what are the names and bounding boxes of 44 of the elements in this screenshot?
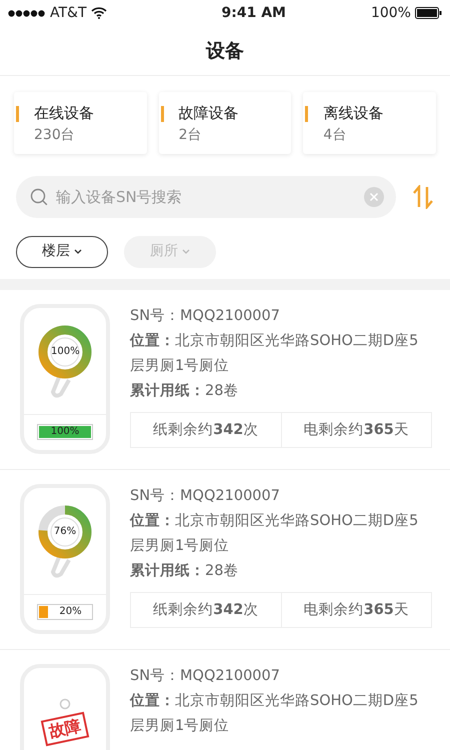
paper-used: 累计用纸：28卷 — [130, 382, 240, 400]
caret-icon — [74, 249, 82, 254]
search-icon — [30, 188, 48, 206]
battery-reading: 20% — [58, 605, 83, 619]
clear-icon[interactable] — [364, 186, 384, 206]
stat-value: 4台 — [323, 126, 348, 144]
stat-card[interactable]: 故障设备 2台 — [158, 92, 292, 154]
paper-remaining: 纸剩余约342次 — [152, 600, 260, 620]
battery-reading: 100% — [50, 425, 80, 439]
stat-label: 故障设备 — [178, 103, 240, 124]
serial-number: SN号：MQQ2100007 — [130, 666, 281, 686]
location-text: 位置：北京市朝阳区光华路SOHO二期D座5层男厕1号厕位 — [130, 332, 420, 376]
search-field[interactable]: 输入设备SN号搜索 — [16, 176, 396, 218]
fault-stamp: 故障 — [40, 711, 90, 746]
roll-icon — [59, 698, 71, 710]
location-text: 位置：北京市朝阳区光华路SOHO二期D座5层男厕1号厕位 — [130, 512, 420, 556]
roll-reading: 100% — [51, 344, 79, 358]
power-remaining: 电剩余约365天 — [280, 412, 431, 446]
signal-icon — [8, 10, 46, 16]
clock-time: 9:41 AM — [222, 4, 286, 22]
location-text: 位置：北京市朝阳区光华路SOHO二期D座5层男厕1号厕位 — [130, 692, 420, 736]
accent-bar — [160, 106, 164, 122]
battery-percent: 100% — [370, 4, 411, 22]
stat-label: 在线设备 — [34, 103, 95, 124]
carrier-name: AT&T — [50, 4, 87, 22]
accent-bar — [16, 106, 19, 122]
serial-number: SN号：MQQ2100007 — [130, 486, 281, 506]
caret-icon — [182, 249, 190, 254]
paper-remaining: 纸剩余约342次 — [152, 420, 260, 440]
battery-icon — [414, 7, 442, 19]
stat-card[interactable]: 离线设备 4台 — [303, 92, 436, 154]
stat-card[interactable]: 在线设备 230台 — [14, 92, 147, 154]
serial-number: SN号：MQQ2100007 — [130, 306, 281, 326]
paper-used: 累计用纸：28卷 — [130, 562, 240, 580]
roll-reading: 76% — [52, 524, 78, 538]
stat-value: 230台 — [34, 126, 76, 144]
wifi-icon — [90, 7, 107, 19]
stat-label: 离线设备 — [323, 103, 384, 124]
filter-dropdown[interactable]: 楼层 — [16, 236, 108, 268]
sort-icon[interactable] — [412, 184, 434, 208]
power-remaining: 电剩余约365天 — [280, 592, 431, 626]
stat-value: 2台 — [178, 126, 203, 144]
accent-bar — [305, 106, 308, 122]
page-title: 设备 — [0, 26, 450, 76]
